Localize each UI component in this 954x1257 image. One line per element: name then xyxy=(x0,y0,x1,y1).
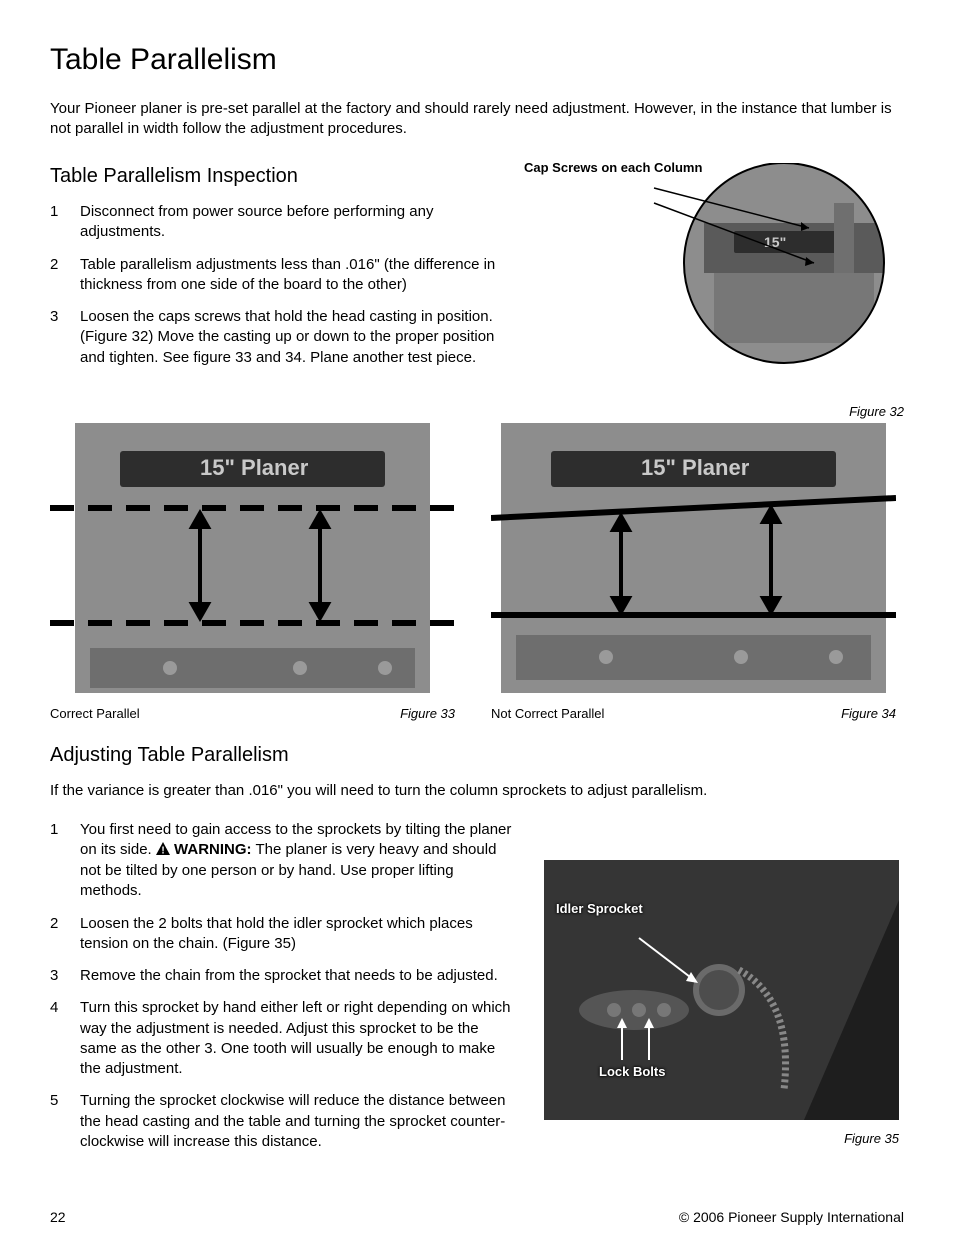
copyright: © 2006 Pioneer Supply International xyxy=(679,1208,904,1227)
inspection-step: Disconnect from power source before perf… xyxy=(50,202,504,243)
intro-paragraph: Your Pioneer planer is pre-set parallel … xyxy=(50,99,904,140)
figure-33-caption: Figure 33 xyxy=(400,705,455,723)
adjusting-step: You first need to gain access to the spr… xyxy=(50,820,514,902)
page-title: Table Parallelism xyxy=(50,40,904,81)
inspection-steps: Disconnect from power source before perf… xyxy=(50,202,504,368)
inspection-heading: Table Parallelism Inspection xyxy=(50,163,504,190)
adjusting-step: Turning the sprocket clockwise will redu… xyxy=(50,1091,514,1152)
warning-icon: ! xyxy=(156,841,170,861)
adjusting-step: Loosen the 2 bolts that hold the idler s… xyxy=(50,914,514,955)
adjusting-intro: If the variance is greater than .016" yo… xyxy=(50,781,904,801)
page-footer: 22 © 2006 Pioneer Supply International xyxy=(50,1208,904,1227)
figure-32-caption: Figure 32 xyxy=(534,403,904,421)
adjusting-heading: Adjusting Table Parallelism xyxy=(50,742,904,769)
svg-text:15": 15" xyxy=(764,234,786,250)
figure-32: 15" Cap Screws on each Column Figure 32 xyxy=(534,163,904,421)
figure-34-image: 15" Planer xyxy=(491,423,896,693)
figure-35-annot-idler: Idler Sprocket xyxy=(556,902,643,917)
figure-33-image: 15" Planer xyxy=(50,423,455,693)
adjusting-step: Turn this sprocket by hand either left o… xyxy=(50,998,514,1079)
figure-35-image xyxy=(544,860,899,1120)
figure-34: 15" Planer Not Correct Parallel Figure 3… xyxy=(491,423,896,723)
adjusting-steps: You first need to gain access to the spr… xyxy=(50,820,514,1153)
figure-34-caption: Figure 34 xyxy=(841,705,896,723)
adjusting-step: Remove the chain from the sprocket that … xyxy=(50,966,514,986)
figure-35-annot-lockbolts: Lock Bolts xyxy=(599,1065,665,1080)
figure-35: Idler Sprocket Lock Bolts Figure 35 xyxy=(544,860,899,1148)
page-number: 22 xyxy=(50,1208,66,1227)
inspection-step: Loosen the caps screws that hold the hea… xyxy=(50,307,504,368)
figure-33-label: Correct Parallel xyxy=(50,705,140,723)
svg-text:15" Planer: 15" Planer xyxy=(200,455,309,480)
svg-text:!: ! xyxy=(161,845,164,855)
figure-33: 15" Planer Correct Parallel Figure 33 xyxy=(50,423,455,723)
inspection-step: Table parallelism adjustments less than … xyxy=(50,255,504,296)
figure-35-caption: Figure 35 xyxy=(544,1130,899,1148)
warning-label: WARNING: xyxy=(174,841,252,858)
figure-32-annotation: Cap Screws on each Column xyxy=(524,161,702,176)
figure-34-label: Not Correct Parallel xyxy=(491,705,604,723)
figure-32-image: 15" xyxy=(534,163,904,393)
svg-text:15" Planer: 15" Planer xyxy=(641,455,750,480)
